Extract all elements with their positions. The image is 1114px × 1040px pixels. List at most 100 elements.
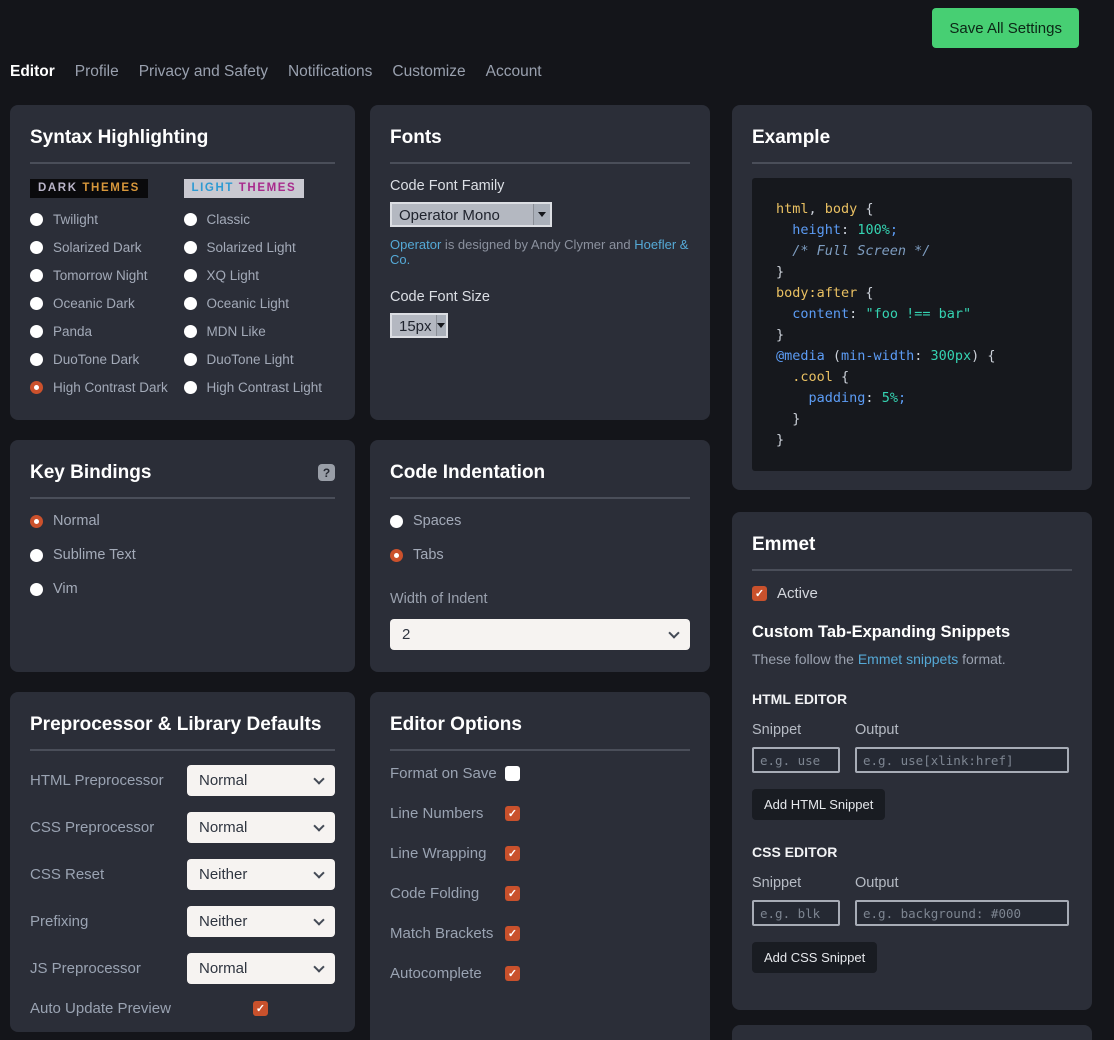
checkbox-line-wrapping[interactable] (505, 846, 520, 861)
radio-option-normal[interactable]: Normal (30, 513, 335, 529)
emmet-active-checkbox[interactable] (752, 586, 767, 601)
add-snippet-button[interactable]: Add HTML Snippet (752, 789, 885, 820)
tab-customize[interactable]: Customize (392, 63, 465, 81)
emmet-snippets-link[interactable]: Emmet snippets (858, 651, 958, 667)
radio-option-sublime-text[interactable]: Sublime Text (30, 547, 335, 563)
snippet-column-label: Snippet (752, 722, 855, 738)
preprocessor-label: JS Preprocessor (30, 960, 187, 977)
radio-icon[interactable] (30, 213, 43, 226)
badge-word: THEMES (82, 182, 140, 194)
font-note-text: is designed by Andy Clymer and (441, 237, 634, 252)
radio-icon[interactable] (184, 213, 197, 226)
radio-option-oceanic-dark[interactable]: Oceanic Dark (30, 296, 182, 311)
radio-icon[interactable] (390, 515, 403, 528)
checkbox-line-numbers[interactable] (505, 806, 520, 821)
snippets-note-text: format. (958, 651, 1005, 667)
radio-option-panda[interactable]: Panda (30, 324, 182, 339)
checkbox-match-brackets[interactable] (505, 926, 520, 941)
checkbox-code-folding[interactable] (505, 886, 520, 901)
code-token: : (865, 390, 881, 406)
code-line: @media (min-width: 300px) { (776, 346, 1062, 367)
radio-option-label: DuoTone Light (207, 352, 294, 367)
radio-option-tomorrow-night[interactable]: Tomorrow Night (30, 268, 182, 283)
radio-icon[interactable] (184, 325, 197, 338)
radio-icon[interactable] (30, 515, 43, 528)
select-css-reset[interactable]: Neither (187, 859, 335, 890)
tab-editor[interactable]: Editor (10, 63, 55, 81)
radio-icon[interactable] (184, 353, 197, 366)
radio-icon[interactable] (184, 381, 197, 394)
radio-option-label: Oceanic Dark (53, 296, 135, 311)
select-prefixing[interactable]: Neither (187, 906, 335, 937)
checkbox-format-on-save[interactable] (505, 766, 520, 781)
radio-option-spaces[interactable]: Spaces (390, 513, 690, 529)
editor-option-label: Line Numbers (390, 805, 505, 822)
column-middle: Fonts Code Font Family Operator Mono Ope… (370, 105, 710, 1040)
width-of-indent-select[interactable]: 2 (390, 619, 690, 650)
radio-icon[interactable] (30, 297, 43, 310)
select-css-preprocessor[interactable]: Normal (187, 812, 335, 843)
radio-option-vim[interactable]: Vim (30, 581, 335, 597)
snippets-note-text: These follow the (752, 651, 858, 667)
radio-icon[interactable] (30, 381, 43, 394)
radio-option-high-contrast-light[interactable]: High Contrast Light (184, 380, 336, 395)
save-all-settings-button[interactable]: Save All Settings (932, 8, 1079, 48)
key-bindings-options: Normal Sublime Text Vim (30, 513, 335, 597)
checkbox-autocomplete[interactable] (505, 966, 520, 981)
select-html-preprocessor[interactable]: Normal (187, 765, 335, 796)
radio-icon[interactable] (30, 241, 43, 254)
radio-option-high-contrast-dark[interactable]: High Contrast Dark (30, 380, 182, 395)
code-font-family-select[interactable]: Operator Mono (390, 202, 552, 227)
code-token: { (857, 201, 873, 217)
auto-update-preview-checkbox[interactable] (253, 1001, 268, 1016)
code-token: min-width (841, 348, 914, 364)
radio-option-tabs[interactable]: Tabs (390, 547, 690, 563)
radio-option-classic[interactable]: Classic (184, 212, 336, 227)
editor-option-label: Autocomplete (390, 965, 505, 982)
code-token: padding (809, 390, 866, 406)
select-value: Neither (199, 913, 247, 930)
radio-option-twilight[interactable]: Twilight (30, 212, 182, 227)
tab-privacy-and-safety[interactable]: Privacy and Safety (139, 63, 268, 81)
radio-icon[interactable] (30, 549, 43, 562)
output-input[interactable] (855, 747, 1069, 773)
radio-option-solarized-dark[interactable]: Solarized Dark (30, 240, 182, 255)
tab-account[interactable]: Account (486, 63, 542, 81)
radio-option-duotone-dark[interactable]: DuoTone Dark (30, 352, 182, 367)
dark-themes-badge: DARK THEMES (30, 179, 148, 198)
radio-option-xq-light[interactable]: XQ Light (184, 268, 336, 283)
radio-icon[interactable] (184, 297, 197, 310)
divider (390, 749, 690, 751)
code-line: } (776, 262, 1062, 283)
code-font-size-select[interactable]: 15px (390, 313, 448, 338)
radio-option-solarized-light[interactable]: Solarized Light (184, 240, 336, 255)
snippet-input[interactable] (752, 747, 840, 773)
editor-option-label: Line Wrapping (390, 845, 505, 862)
emmet-section-heading: CSS EDITOR (752, 844, 1072, 860)
radio-icon[interactable] (30, 583, 43, 596)
radio-icon[interactable] (184, 241, 197, 254)
code-token (776, 390, 809, 406)
radio-icon[interactable] (390, 549, 403, 562)
add-snippet-button[interactable]: Add CSS Snippet (752, 942, 877, 973)
radio-option-label: Oceanic Light (207, 296, 290, 311)
badge-word: THEMES (239, 182, 297, 194)
snippets-note: These follow the Emmet snippets format. (752, 651, 1072, 667)
help-icon[interactable]: ? (318, 464, 335, 481)
radio-icon[interactable] (30, 269, 43, 282)
select-js-preprocessor[interactable]: Normal (187, 953, 335, 984)
radio-option-oceanic-light[interactable]: Oceanic Light (184, 296, 336, 311)
radio-option-duotone-light[interactable]: DuoTone Light (184, 352, 336, 367)
radio-option-label: Twilight (53, 212, 98, 227)
radio-icon[interactable] (30, 325, 43, 338)
tab-notifications[interactable]: Notifications (288, 63, 372, 81)
tab-profile[interactable]: Profile (75, 63, 119, 81)
radio-option-mdn-like[interactable]: MDN Like (184, 324, 336, 339)
snippet-input[interactable] (752, 900, 840, 926)
operator-link[interactable]: Operator (390, 237, 441, 252)
preprocessor-row: CSS PreprocessorNormal (30, 812, 335, 843)
radio-icon[interactable] (30, 353, 43, 366)
radio-icon[interactable] (184, 269, 197, 282)
snippet-labels-row: SnippetOutput (752, 875, 1072, 891)
output-input[interactable] (855, 900, 1069, 926)
